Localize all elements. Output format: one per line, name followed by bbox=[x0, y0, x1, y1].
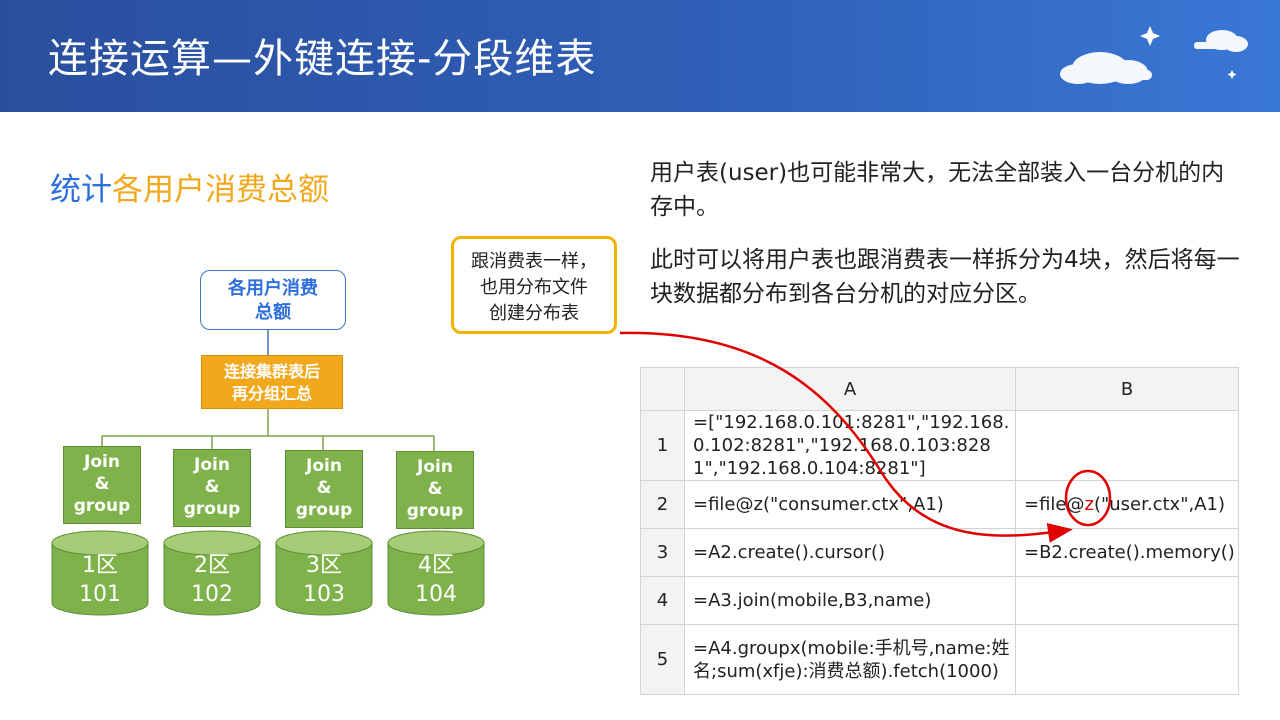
group-label: group bbox=[295, 500, 353, 520]
column-header-b[interactable]: B bbox=[1015, 367, 1239, 411]
b2-highlight: z bbox=[1084, 494, 1094, 515]
cell-b4[interactable] bbox=[1015, 576, 1239, 625]
partition-label-4: 4区 104 bbox=[388, 551, 484, 609]
cell-a4[interactable]: =A3.join(mobile,B3,name) bbox=[684, 576, 1016, 625]
amp-label: & bbox=[94, 474, 110, 494]
table-row: 1 =["192.168.0.101:8281","192.168.0.102:… bbox=[640, 410, 1239, 481]
row-number[interactable]: 5 bbox=[640, 624, 685, 695]
join-cluster-line1: 连接集群表后 bbox=[223, 362, 320, 381]
cell-a1[interactable]: =["192.168.0.101:8281","192.168.0.102:82… bbox=[684, 410, 1016, 481]
partition-zone: 3区 bbox=[306, 553, 342, 578]
b2-suffix: ("user.ctx",A1) bbox=[1093, 494, 1225, 515]
cell-a5[interactable]: =A4.groupx(mobile:手机号,name:姓名;sum(xfje):… bbox=[684, 624, 1016, 695]
row-number[interactable]: 2 bbox=[640, 480, 685, 529]
partition-zone: 1区 bbox=[82, 553, 118, 578]
join-label: Join bbox=[84, 452, 120, 472]
join-group-box-2: Join & group bbox=[173, 449, 251, 527]
join-cluster-box: 连接集群表后 再分组汇总 bbox=[201, 355, 343, 409]
summary-box-line1: 各用户消费 bbox=[228, 278, 318, 299]
row-number[interactable]: 1 bbox=[640, 410, 685, 481]
partition-zone: 4区 bbox=[418, 553, 454, 578]
partition-id: 102 bbox=[191, 582, 233, 607]
table-row: 4 =A3.join(mobile,B3,name) bbox=[640, 576, 1239, 625]
join-label: Join bbox=[417, 457, 453, 477]
corner-cell bbox=[640, 367, 685, 411]
row-number[interactable]: 3 bbox=[640, 528, 685, 577]
partition-label-2: 2区 102 bbox=[164, 551, 260, 609]
cell-a5-text: =A4.groupx(mobile:手机号,name:姓名;sum(xfje):… bbox=[693, 637, 1010, 682]
summary-box: 各用户消费 总额 bbox=[200, 270, 346, 330]
partition-id: 103 bbox=[303, 582, 345, 607]
cell-b2[interactable]: =file@z("user.ctx",A1) bbox=[1015, 480, 1239, 529]
group-label: group bbox=[73, 496, 131, 516]
table-row: 3 =A2.create().cursor() =B2.create().mem… bbox=[640, 528, 1239, 577]
cell-b3[interactable]: =B2.create().memory() bbox=[1015, 528, 1239, 577]
join-group-box-1: Join & group bbox=[63, 446, 141, 524]
amp-label: & bbox=[316, 478, 332, 498]
partition-label-1: 1区 101 bbox=[52, 551, 148, 609]
partition-id: 101 bbox=[79, 582, 121, 607]
code-grid: A B 1 =["192.168.0.101:8281","192.168.0.… bbox=[640, 367, 1239, 695]
group-label: group bbox=[406, 501, 464, 521]
summary-box-line2: 总额 bbox=[255, 302, 291, 323]
join-group-box-3: Join & group bbox=[285, 450, 363, 528]
table-row: 2 =file@z("consumer.ctx",A1) =file@z("us… bbox=[640, 480, 1239, 529]
column-header-a[interactable]: A bbox=[684, 367, 1016, 411]
table-row: 5 =A4.groupx(mobile:手机号,name:姓名;sum(xfje… bbox=[640, 624, 1239, 695]
header-row: A B bbox=[640, 367, 1239, 411]
group-label: group bbox=[183, 499, 241, 519]
cell-a1-text: =["192.168.0.101:8281","192.168.0.102:82… bbox=[693, 412, 1010, 479]
join-group-box-4: Join & group bbox=[396, 451, 474, 529]
cell-b1[interactable] bbox=[1015, 410, 1239, 481]
amp-label: & bbox=[427, 479, 443, 499]
join-cluster-line2: 再分组汇总 bbox=[231, 384, 312, 403]
join-label: Join bbox=[194, 455, 230, 475]
join-label: Join bbox=[306, 456, 342, 476]
partition-id: 104 bbox=[415, 582, 457, 607]
row-number[interactable]: 4 bbox=[640, 576, 685, 625]
cell-a2[interactable]: =file@z("consumer.ctx",A1) bbox=[684, 480, 1016, 529]
callout-line3: 创建分布表 bbox=[489, 303, 579, 324]
partition-label-3: 3区 103 bbox=[276, 551, 372, 609]
callout-box: 跟消费表一样， 也用分布文件 创建分布表 bbox=[451, 236, 617, 334]
callout-line1: 跟消费表一样， bbox=[471, 251, 597, 272]
amp-label: & bbox=[204, 477, 220, 497]
b2-prefix: =file@ bbox=[1024, 494, 1085, 515]
cell-a3[interactable]: =A2.create().cursor() bbox=[684, 528, 1016, 577]
cell-b5[interactable] bbox=[1015, 624, 1239, 695]
partition-zone: 2区 bbox=[194, 553, 230, 578]
callout-line2: 也用分布文件 bbox=[480, 277, 588, 298]
